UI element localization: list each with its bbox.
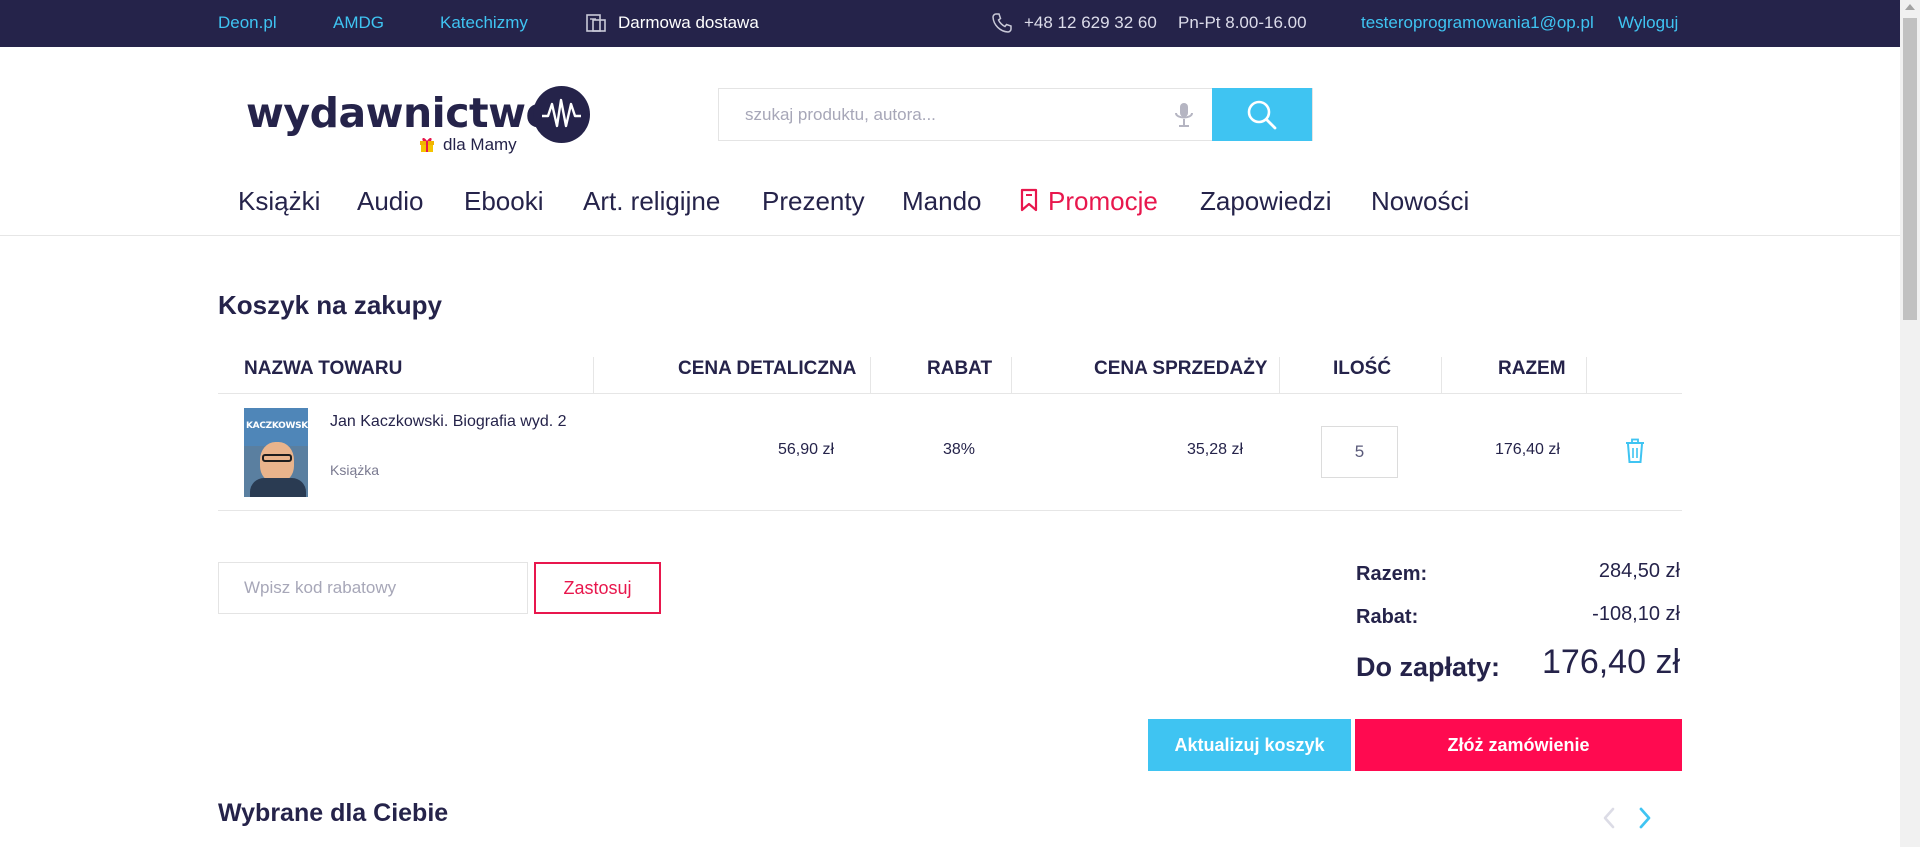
chevron-left-icon[interactable] (1600, 806, 1618, 830)
discount-label: Rabat: (1356, 606, 1419, 628)
nav-item-nowosci[interactable]: Nowości (1371, 186, 1469, 217)
product-name-link[interactable]: Jan Kaczkowski. Biografia wyd. 2 (330, 411, 570, 432)
logout-link[interactable]: Wyloguj (1618, 13, 1678, 33)
phone-number: +48 12 629 32 60 (1024, 13, 1157, 32)
nav-divider (0, 235, 1900, 236)
update-cart-button[interactable]: Aktualizuj koszyk (1148, 719, 1351, 771)
link-amdg[interactable]: AMDG (333, 13, 384, 33)
phone-icon (992, 13, 1012, 33)
subtotal-value: 284,50 zł (1598, 560, 1680, 582)
opening-hours: Pn-Pt 8.00-16.00 (1178, 13, 1307, 32)
bookmark-icon (1020, 188, 1038, 212)
product-type: Książka (330, 462, 380, 478)
nav-item-prezenty[interactable]: Prezenty (762, 186, 865, 217)
quantity-input[interactable] (1321, 426, 1398, 478)
nav-item-mando[interactable]: Mando (902, 186, 982, 217)
search-button[interactable] (1212, 88, 1312, 141)
logo-wordmark: wydawnictwo (246, 89, 554, 137)
nav-item-ebooki[interactable]: Ebooki (464, 186, 544, 217)
column-header-retail-price: CENA DETALICZNA (678, 358, 857, 379)
logo-subtitle: dla Mamy (419, 135, 517, 155)
delivery-icon (586, 14, 606, 32)
discount-value: -108,10 zł (1592, 603, 1680, 625)
nav-item-promocje-label: Promocje (1048, 186, 1158, 216)
column-header-discount: RABAT (927, 358, 993, 379)
microphone-icon[interactable] (1172, 101, 1196, 129)
search-icon (1247, 100, 1277, 130)
site-logo[interactable]: wydawnictwo dla Mamy (246, 83, 596, 163)
scrollbar-thumb[interactable] (1903, 18, 1917, 320)
apply-coupon-button[interactable]: Zastosuj (534, 562, 661, 614)
gift-icon (420, 137, 434, 152)
column-separator (1586, 357, 1587, 393)
column-separator (1441, 357, 1442, 393)
column-header-name: NAZWA TOWARU (244, 358, 403, 379)
retail-price: 56,90 zł (778, 441, 835, 458)
table-row-divider (218, 510, 1682, 511)
column-header-total: RAZEM (1498, 358, 1566, 379)
column-header-quantity: ILOŚĆ (1333, 358, 1392, 379)
top-bar: Deon.pl AMDG Katechizmy Darmowa dostawa … (0, 0, 1900, 47)
nav-item-art-religijne[interactable]: Art. religijne (583, 186, 720, 217)
amount-due-label: Do zapłaty: (1356, 652, 1501, 682)
cover-title: KACZKOWSKI (246, 421, 308, 431)
nav-item-promocje[interactable]: Promocje (1020, 186, 1158, 217)
scroll-up-arrow[interactable] (1905, 4, 1915, 10)
recommendations-title: Wybrane dla Ciebie (218, 799, 449, 827)
nav-item-audio[interactable]: Audio (357, 186, 424, 217)
page-scrollbar[interactable] (1900, 0, 1920, 847)
place-order-button[interactable]: Złóż zamówienie (1355, 719, 1682, 771)
column-separator (593, 357, 594, 393)
account-email-link[interactable]: testeroprogramowania1@op.pl (1361, 13, 1594, 33)
link-katechizmy[interactable]: Katechizmy (440, 13, 528, 33)
trash-icon[interactable] (1624, 438, 1646, 464)
delivery-text: Darmowa dostawa (618, 13, 759, 32)
page-title: Koszyk na zakupy (218, 290, 442, 320)
nav-item-zapowiedzi[interactable]: Zapowiedzi (1200, 186, 1332, 217)
column-separator (1011, 357, 1012, 393)
discount-percent: 38% (943, 441, 976, 458)
logo-emblem (533, 86, 590, 143)
row-total: 176,40 zł (1495, 441, 1560, 458)
search-input[interactable] (719, 89, 1179, 140)
nav-item-ksiazki[interactable]: Książki (238, 186, 320, 217)
amount-due-value: 176,40 zł (1542, 643, 1680, 681)
column-separator (870, 357, 871, 393)
product-cover-image[interactable]: KACZKOWSKI (244, 408, 308, 497)
subtotal-label: Razem: (1356, 563, 1428, 585)
table-header-divider (218, 393, 1682, 394)
link-deon[interactable]: Deon.pl (218, 13, 277, 33)
column-separator (1279, 357, 1280, 393)
logo-subtitle-text: dla Mamy (443, 135, 517, 154)
column-header-sale-price: CENA SPRZEDAŻY (1094, 358, 1268, 379)
coupon-code-input[interactable] (218, 562, 528, 614)
sale-price: 35,28 zł (1187, 441, 1244, 458)
chevron-right-icon[interactable] (1636, 806, 1654, 830)
